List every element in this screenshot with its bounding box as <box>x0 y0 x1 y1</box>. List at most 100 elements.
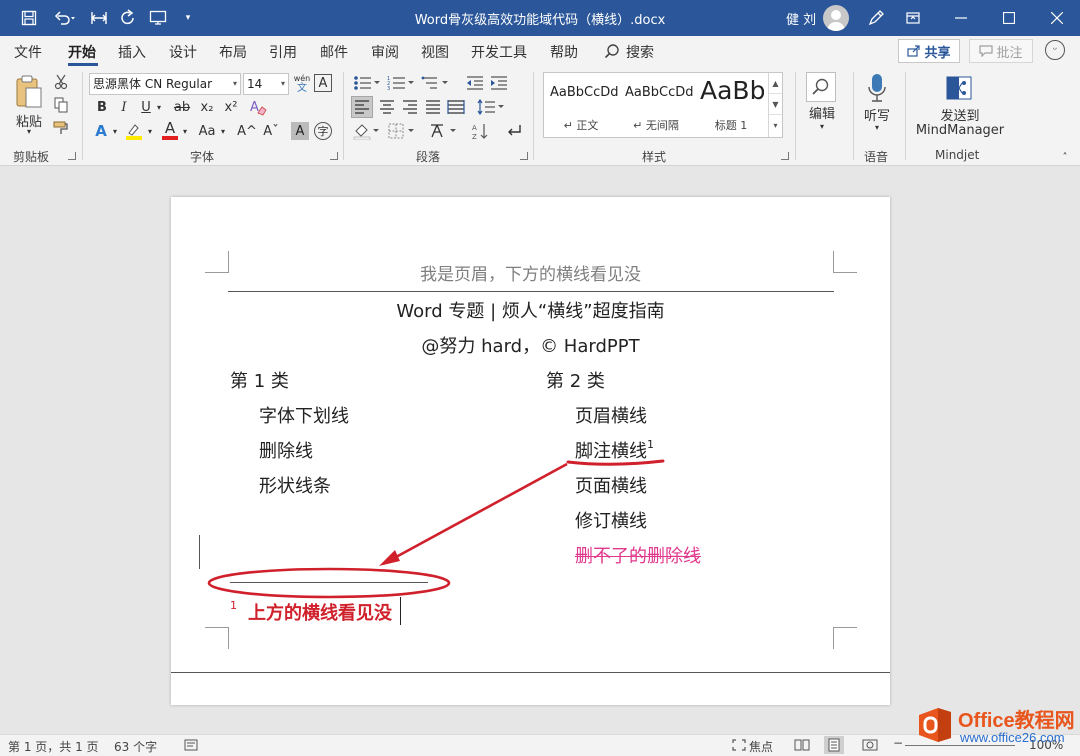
chinese-layout-icon[interactable] <box>428 121 460 141</box>
feedback-smile-icon[interactable]: ᵕ <box>1045 40 1065 60</box>
font-launcher-icon[interactable] <box>330 152 338 160</box>
format-painter-icon[interactable] <box>53 120 69 136</box>
style-no-spacing[interactable]: AaBbCcDd ↵ 无间隔 <box>619 73 693 137</box>
tab-home[interactable]: 开始 <box>68 42 96 62</box>
share-button[interactable]: 共享 <box>898 39 960 63</box>
save-icon[interactable] <box>17 6 41 30</box>
collapse-ribbon-icon[interactable]: ˄ <box>1058 152 1072 163</box>
shading-icon[interactable] <box>352 121 382 141</box>
font-name-combo[interactable]: 思源黑体 CN Regular ▾ <box>89 73 241 95</box>
tab-search[interactable]: 搜索 <box>626 42 654 62</box>
paste-dropdown-icon[interactable]: ▾ <box>24 126 34 136</box>
word-count[interactable]: 63 个字 <box>114 738 157 755</box>
search-icon[interactable] <box>604 43 620 62</box>
cut-icon[interactable] <box>53 74 69 90</box>
redo-icon[interactable] <box>116 6 140 30</box>
ribbon-display-icon[interactable] <box>890 0 936 36</box>
print-layout-icon[interactable] <box>824 736 844 754</box>
bold-button[interactable]: B <box>94 97 110 117</box>
align-center-icon[interactable] <box>376 96 398 118</box>
tab-review[interactable]: 审阅 <box>371 42 399 62</box>
dictate-dropdown-icon[interactable]: ▾ <box>872 122 882 132</box>
editing-dropdown-icon[interactable]: ▾ <box>817 121 827 131</box>
phonetic-guide-icon[interactable]: wén 文 <box>292 72 312 96</box>
change-case-button[interactable]: Aa <box>196 121 218 141</box>
underline-dropdown-icon[interactable]: ▾ <box>154 97 164 117</box>
styles-scroll[interactable]: ▲ ▼ ▾ <box>768 73 782 137</box>
send-to-label[interactable]: 发送到 <box>918 107 1002 124</box>
tab-insert[interactable]: 插入 <box>118 42 146 62</box>
styles-down-icon[interactable]: ▼ <box>769 94 782 115</box>
tab-design[interactable]: 设计 <box>169 42 197 62</box>
justify-icon[interactable] <box>422 96 444 118</box>
document-page[interactable]: 我是页眉，下方的横线看见没 Word 专题 | 烦人“横线”超度指南 @努力 h… <box>171 197 890 705</box>
shrink-font-button[interactable]: Aˇ <box>262 121 280 141</box>
styles-more-icon[interactable]: ▾ <box>769 115 782 136</box>
focus-icon[interactable] <box>732 739 746 754</box>
page-count[interactable]: 第 1 页，共 1 页 <box>8 738 99 755</box>
mindmanager-label[interactable]: MindManager <box>912 122 1008 138</box>
strikethrough-button[interactable]: ab <box>171 97 193 117</box>
distributed-icon[interactable] <box>445 96 467 118</box>
microphone-icon[interactable] <box>865 72 889 106</box>
focus-mode-button[interactable]: 焦点 <box>749 738 773 755</box>
subscript-button[interactable]: x₂ <box>198 97 216 117</box>
tab-file[interactable]: 文件 <box>14 42 42 62</box>
tab-help[interactable]: 帮助 <box>550 42 578 62</box>
font-color-button[interactable]: A <box>160 119 180 141</box>
styles-up-icon[interactable]: ▲ <box>769 73 782 94</box>
find-icon[interactable] <box>806 72 836 102</box>
char-shading-button[interactable]: A <box>291 122 309 140</box>
show-marks-icon[interactable] <box>503 121 525 141</box>
mindmanager-icon[interactable] <box>945 74 973 102</box>
close-icon[interactable] <box>1034 0 1080 36</box>
maximize-icon[interactable] <box>986 0 1032 36</box>
screen-icon[interactable] <box>146 6 170 30</box>
tab-references[interactable]: 引用 <box>269 42 297 62</box>
undo-icon[interactable] <box>50 6 80 30</box>
tab-mailings[interactable]: 邮件 <box>320 42 348 62</box>
user-name[interactable]: 健 刘 <box>786 9 816 28</box>
grow-font-button[interactable]: A^ <box>237 121 257 141</box>
minimize-icon[interactable] <box>938 0 984 36</box>
read-mode-icon[interactable] <box>794 739 810 754</box>
decrease-indent-icon[interactable] <box>465 74 485 92</box>
italic-button[interactable]: I <box>116 97 132 117</box>
style-normal[interactable]: AaBbCcDd ↵ 正文 <box>544 73 618 137</box>
char-border-icon[interactable]: A <box>314 74 332 92</box>
style-heading-1[interactable]: AaBb 标题 1 <box>694 73 768 137</box>
underline-button[interactable]: U <box>138 97 154 117</box>
comments-button[interactable]: 批注 <box>969 39 1033 63</box>
zoom-out-button[interactable]: − <box>893 736 903 750</box>
avatar[interactable] <box>823 5 849 31</box>
font-color-dropdown-icon[interactable]: ▾ <box>180 121 190 141</box>
tab-layout[interactable]: 布局 <box>219 42 247 62</box>
highlight-button[interactable] <box>124 121 144 141</box>
line-spacing-qat-icon[interactable] <box>87 6 111 30</box>
increase-indent-icon[interactable] <box>489 74 509 92</box>
bullets-icon[interactable] <box>352 74 382 92</box>
align-left-icon[interactable] <box>351 96 373 118</box>
multilevel-list-icon[interactable] <box>420 74 450 92</box>
superscript-button[interactable]: x² <box>222 97 240 117</box>
dictate-button[interactable]: 听写 <box>860 106 894 124</box>
pen-icon[interactable] <box>864 6 888 30</box>
styles-launcher-icon[interactable] <box>781 152 789 160</box>
proofing-icon[interactable] <box>184 739 198 754</box>
text-effects-button[interactable]: A <box>92 121 110 141</box>
clear-formatting-icon[interactable]: A <box>248 97 268 117</box>
line-spacing-icon[interactable] <box>476 96 506 118</box>
font-size-combo[interactable]: 14 ▾ <box>243 73 289 95</box>
enclose-char-button[interactable]: 字 <box>314 122 332 140</box>
borders-icon[interactable] <box>387 121 417 141</box>
clipboard-launcher-icon[interactable] <box>68 152 76 160</box>
paste-icon[interactable] <box>12 72 46 112</box>
editing-button[interactable]: 编辑 <box>805 104 839 122</box>
customize-icon[interactable]: ▾ <box>176 6 200 30</box>
numbering-icon[interactable]: 123 <box>386 74 416 92</box>
text-effects-dropdown-icon[interactable]: ▾ <box>110 121 120 141</box>
web-layout-icon[interactable] <box>862 739 878 754</box>
highlight-dropdown-icon[interactable]: ▾ <box>145 121 155 141</box>
copy-icon[interactable] <box>53 97 69 113</box>
align-right-icon[interactable] <box>399 96 421 118</box>
